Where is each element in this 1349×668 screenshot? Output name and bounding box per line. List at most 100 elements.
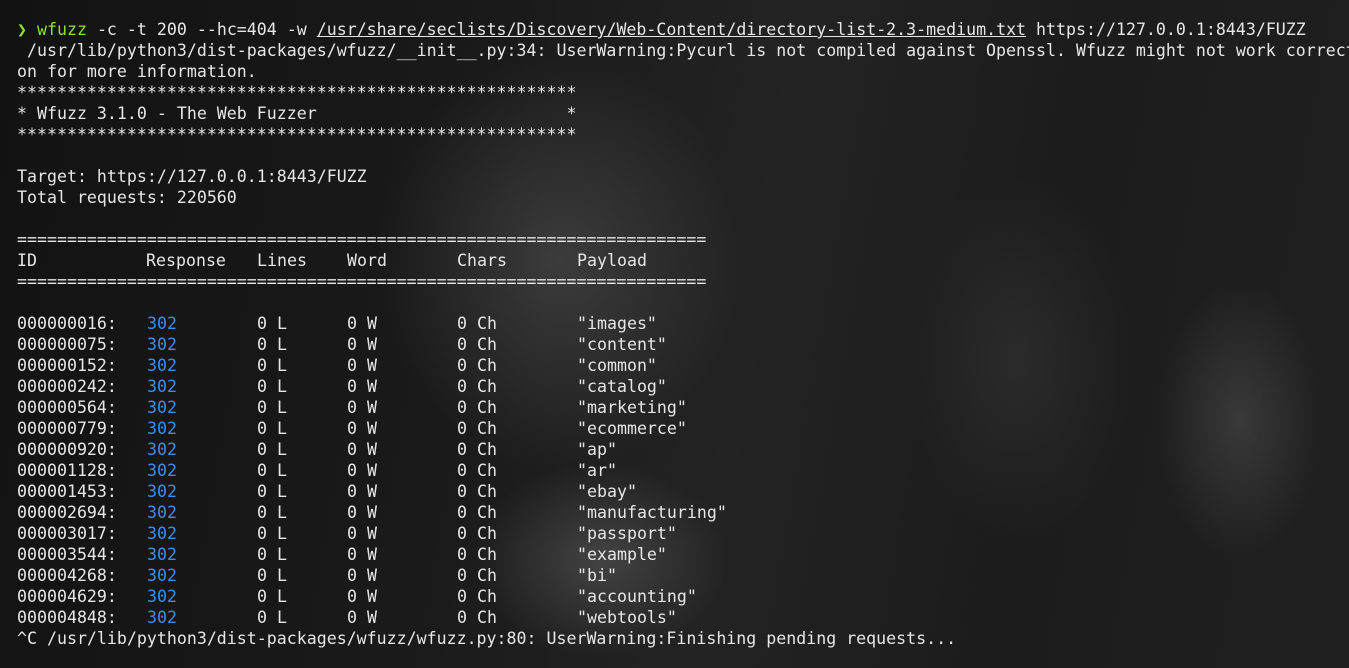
result-row: 000004629: 302 0 L 0 W 0 Ch "accounting" (17, 586, 1349, 607)
result-row: 000000016: 302 0 L 0 W 0 Ch "images" (17, 313, 1349, 334)
result-words: 0 W (347, 356, 377, 375)
result-words: 0 W (347, 566, 377, 585)
result-payload: "example" (577, 545, 667, 564)
banner-title: * Wfuzz 3.1.0 - The Web Fuzzer * (17, 104, 577, 123)
result-row: 000003544: 302 0 L 0 W 0 Ch "example" (17, 544, 1349, 565)
result-row: 000000779: 302 0 L 0 W 0 Ch "ecommerce" (17, 418, 1349, 439)
result-row: 000000242: 302 0 L 0 W 0 Ch "catalog" (17, 376, 1349, 397)
result-chars: 0 Ch (457, 419, 497, 438)
result-lines: 0 L (257, 335, 287, 354)
result-payload: "images" (577, 314, 657, 333)
result-chars: 0 Ch (457, 356, 497, 375)
result-response-code: 302 (147, 377, 177, 396)
result-row: 000001453: 302 0 L 0 W 0 Ch "ebay" (17, 481, 1349, 502)
result-response-code: 302 (147, 482, 177, 501)
result-chars: 0 Ch (457, 335, 497, 354)
result-id: 000003544: (17, 545, 117, 564)
banner-border-bottom: ****************************************… (17, 125, 577, 144)
result-lines: 0 L (257, 440, 287, 459)
prompt-arrow-icon: ❯ (17, 20, 27, 39)
result-chars: 0 Ch (457, 587, 497, 606)
result-chars: 0 Ch (457, 566, 497, 585)
result-payload: "bi" (577, 566, 617, 585)
result-payload: "ar" (577, 461, 617, 480)
command-args: -c -t 200 --hc=404 -w (86, 20, 317, 39)
result-response-code: 302 (147, 587, 177, 606)
banner-border-top: ****************************************… (17, 83, 577, 102)
result-payload: "catalog" (577, 377, 667, 396)
result-response-code: 302 (147, 608, 177, 627)
final-warning-line: ^C /usr/lib/python3/dist-packages/wfuzz/… (17, 629, 957, 648)
wordlist-path: /usr/share/seclists/Discovery/Web-Conten… (316, 20, 1027, 39)
result-payload: "common" (577, 356, 657, 375)
result-lines: 0 L (257, 419, 287, 438)
result-payload: "passport" (577, 524, 677, 543)
column-header-response: Response (146, 251, 226, 270)
result-lines: 0 L (257, 545, 287, 564)
terminal-output[interactable]: ❯ wfuzz -c -t 200 --hc=404 -w /usr/share… (17, 19, 1349, 668)
result-response-code: 302 (147, 503, 177, 522)
result-response-code: 302 (147, 440, 177, 459)
result-words: 0 W (347, 587, 377, 606)
result-words: 0 W (347, 482, 377, 501)
result-row: 000000920: 302 0 L 0 W 0 Ch "ap" (17, 439, 1349, 460)
result-chars: 0 Ch (457, 377, 497, 396)
result-response-code: 302 (147, 545, 177, 564)
results-list: 000000016: 302 0 L0 W0 Ch "images" 000000075… (17, 313, 1349, 628)
result-row: 000000152: 302 0 L 0 W 0 Ch "common" (17, 355, 1349, 376)
column-header-word: Word (347, 251, 387, 270)
result-lines: 0 L (257, 398, 287, 417)
total-requests-line: Total requests: 220560 (17, 188, 237, 207)
result-id: 000001453: (17, 482, 117, 501)
result-id: 000000152: (17, 356, 117, 375)
result-chars: 0 Ch (457, 398, 497, 417)
result-row: 000002694: 302 0 L 0 W 0 Ch "manufacturing" (17, 502, 1349, 523)
result-lines: 0 L (257, 524, 287, 543)
result-row: 000000075: 302 0 L 0 W 0 Ch "content" (17, 334, 1349, 355)
result-lines: 0 L (257, 314, 287, 333)
result-response-code: 302 (147, 335, 177, 354)
result-id: 000002694: (17, 503, 117, 522)
warning-line-continued: on for more information. (17, 62, 257, 81)
result-id: 000004268: (17, 566, 117, 585)
result-row: 000003017: 302 0 L 0 W 0 Ch "passport" (17, 523, 1349, 544)
result-chars: 0 Ch (457, 314, 497, 333)
result-row: 000004268: 302 0 L 0 W 0 Ch "bi" (17, 565, 1349, 586)
result-row: 000004848: 302 0 L 0 W 0 Ch "webtools" (17, 607, 1349, 628)
result-payload: "marketing" (577, 398, 687, 417)
result-lines: 0 L (257, 377, 287, 396)
table-separator-bottom: ========================================… (17, 272, 707, 291)
result-chars: 0 Ch (457, 461, 497, 480)
result-lines: 0 L (257, 356, 287, 375)
result-id: 000000075: (17, 335, 117, 354)
result-payload: "ap" (577, 440, 617, 459)
result-payload: "ecommerce" (577, 419, 687, 438)
result-chars: 0 Ch (457, 503, 497, 522)
table-separator-top: ========================================… (17, 230, 707, 249)
command-line: ❯ wfuzz -c -t 200 --hc=404 -w /usr/share… (17, 19, 1349, 40)
result-response-code: 302 (147, 566, 177, 585)
result-chars: 0 Ch (457, 545, 497, 564)
result-id: 000004848: (17, 608, 117, 627)
result-chars: 0 Ch (457, 608, 497, 627)
result-words: 0 W (347, 461, 377, 480)
result-words: 0 W (347, 335, 377, 354)
result-words: 0 W (347, 314, 377, 333)
result-payload: "webtools" (577, 608, 677, 627)
result-response-code: 302 (147, 356, 177, 375)
result-id: 000000779: (17, 419, 117, 438)
command-program: wfuzz (37, 20, 87, 39)
result-lines: 0 L (257, 587, 287, 606)
result-chars: 0 Ch (457, 524, 497, 543)
result-response-code: 302 (147, 314, 177, 333)
result-id: 000001128: (17, 461, 117, 480)
result-words: 0 W (347, 545, 377, 564)
result-lines: 0 L (257, 566, 287, 585)
warning-line: /usr/lib/python3/dist-packages/wfuzz/__i… (17, 41, 1349, 60)
table-header: ID Response Lines Word Chars Payload (17, 250, 1349, 271)
result-id: 000000242: (17, 377, 117, 396)
result-words: 0 W (347, 524, 377, 543)
result-words: 0 W (347, 419, 377, 438)
